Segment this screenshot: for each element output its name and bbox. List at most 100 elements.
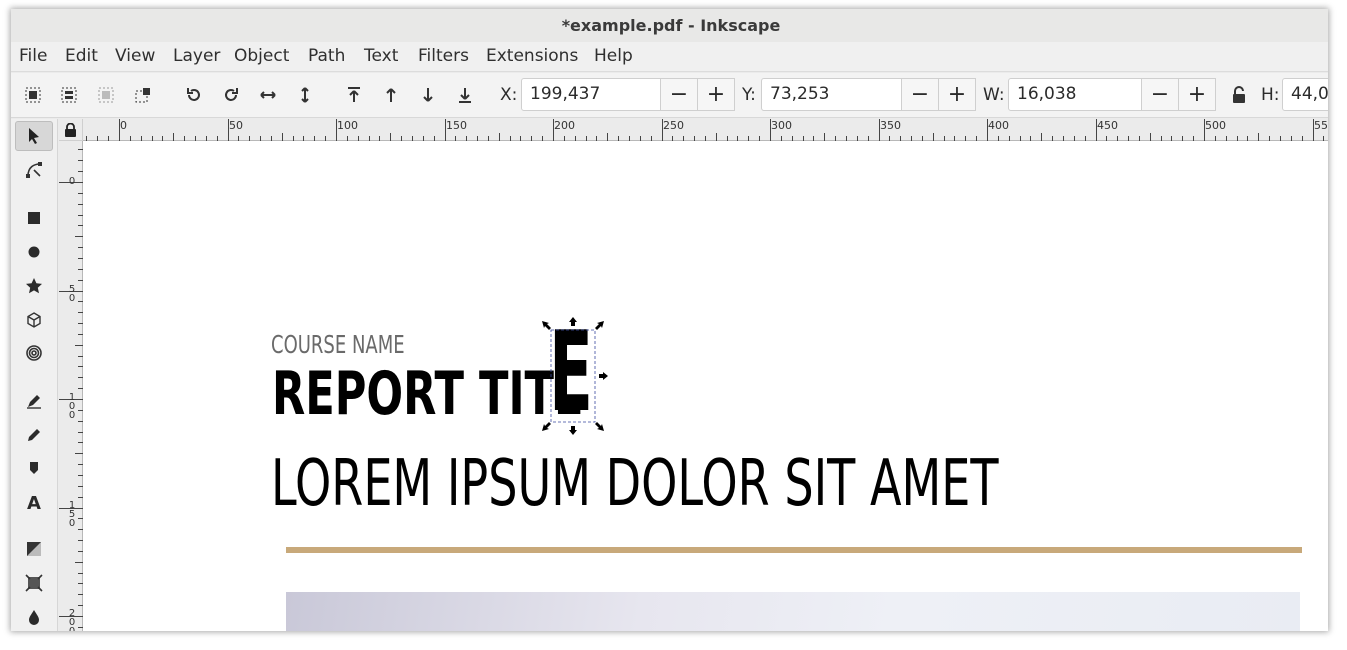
x-input[interactable]: 199,437 xyxy=(521,78,661,111)
horizontal-ruler-ticks xyxy=(86,119,1324,141)
ruler-label: 50 xyxy=(68,284,76,304)
w-increment-button[interactable]: + xyxy=(1178,78,1216,111)
rotate-cw-icon[interactable] xyxy=(220,84,242,106)
calligraphy-tool[interactable] xyxy=(15,454,53,484)
ruler-label: 200 xyxy=(554,119,575,132)
ruler-lock-corner[interactable] xyxy=(59,119,83,141)
ruler-label: 300 xyxy=(771,119,792,132)
menu-file[interactable]: File xyxy=(19,46,47,66)
menu-path[interactable]: Path xyxy=(308,46,345,66)
ruler-label: 200 xyxy=(68,608,76,632)
h-input[interactable]: 44,0 xyxy=(1282,78,1328,111)
rotate-ccw-icon[interactable] xyxy=(183,84,205,106)
gradient-tool[interactable] xyxy=(15,534,53,564)
pen-tool[interactable] xyxy=(15,386,53,416)
ruler-label: 100 xyxy=(68,392,76,421)
selection-handles[interactable] xyxy=(538,317,608,435)
course-name-text[interactable]: COURSE NAME xyxy=(271,330,405,359)
menu-text[interactable]: Text xyxy=(364,46,398,66)
ruler-label: 0 xyxy=(68,176,76,187)
w-decrement-button[interactable]: − xyxy=(1141,78,1179,111)
ruler-label: 500 xyxy=(1205,119,1226,132)
pencil-icon xyxy=(28,429,40,441)
w-label: W: xyxy=(983,85,1005,105)
window-title: *example.pdf - Inkscape xyxy=(561,16,781,35)
menu-object[interactable]: Object xyxy=(234,46,289,66)
pointer-icon xyxy=(29,128,39,144)
y-increment-button[interactable]: + xyxy=(938,78,976,111)
mesh-tool[interactable] xyxy=(15,568,53,598)
text-tool[interactable]: A xyxy=(15,488,53,518)
menu-view[interactable]: View xyxy=(115,46,155,66)
flip-vertical-icon[interactable] xyxy=(294,84,316,106)
select-all-layers-icon[interactable] xyxy=(58,84,80,106)
lower-to-bottom-icon[interactable] xyxy=(454,84,476,106)
menu-bar: File Edit View Layer Object Path Text Fi… xyxy=(11,42,1328,72)
calligraphy-icon xyxy=(30,462,38,474)
select-same-icon[interactable] xyxy=(132,84,154,106)
flip-horizontal-icon[interactable] xyxy=(257,84,279,106)
spiral-tool[interactable] xyxy=(15,338,53,368)
inkscape-window: *example.pdf - Inkscape File Edit View L… xyxy=(11,9,1328,631)
horizontal-ruler[interactable]: 0 50 100 150 200 250 300 350 400 450 500… xyxy=(83,119,1328,141)
x-increment-button[interactable]: + xyxy=(697,78,735,111)
3d-box-tool[interactable] xyxy=(15,305,53,335)
title-bar[interactable]: *example.pdf - Inkscape xyxy=(11,9,1328,42)
y-input[interactable]: 73,253 xyxy=(761,78,902,111)
ruler-label: 450 xyxy=(1097,119,1118,132)
ruler-label: 150 xyxy=(446,119,467,132)
text-tool-icon: A xyxy=(27,492,41,514)
accent-divider[interactable] xyxy=(286,547,1302,553)
menu-help[interactable]: Help xyxy=(594,46,633,66)
report-title-text[interactable]: REPORT TITL xyxy=(272,359,582,429)
menu-edit[interactable]: Edit xyxy=(65,46,98,66)
y-label: Y: xyxy=(742,85,756,105)
selector-tool[interactable] xyxy=(15,121,53,151)
lock-icon[interactable] xyxy=(1228,84,1250,106)
node-tool[interactable] xyxy=(15,155,53,185)
menu-extensions[interactable]: Extensions xyxy=(486,46,578,66)
droplet-icon xyxy=(29,610,39,625)
select-all-icon[interactable] xyxy=(22,84,44,106)
ruler-label: 150 xyxy=(68,500,76,529)
ruler-label: 350 xyxy=(880,119,901,132)
toolbox: A xyxy=(11,119,58,631)
menu-layer[interactable]: Layer xyxy=(173,46,220,66)
vertical-ruler[interactable]: 0 50 100 150 200 xyxy=(59,141,83,631)
x-decrement-button[interactable]: − xyxy=(660,78,698,111)
w-input[interactable]: 16,038 xyxy=(1008,78,1142,111)
x-label: X: xyxy=(500,85,518,105)
h-label: H: xyxy=(1261,85,1280,105)
vertical-ruler-ticks xyxy=(59,149,83,628)
bezier-pen-icon xyxy=(27,395,41,409)
ellipse-tool[interactable] xyxy=(15,237,53,267)
deselect-icon[interactable] xyxy=(95,84,117,106)
lock-icon xyxy=(65,123,76,137)
node-edit-icon xyxy=(26,162,42,178)
gradient-icon xyxy=(27,542,41,556)
raise-to-top-icon[interactable] xyxy=(343,84,365,106)
lower-icon[interactable] xyxy=(417,84,439,106)
raise-icon[interactable] xyxy=(380,84,402,106)
spiral-icon xyxy=(26,345,42,361)
ruler-label: 250 xyxy=(663,119,684,132)
mesh-icon xyxy=(25,574,43,592)
star-tool[interactable] xyxy=(15,271,53,301)
circle-icon xyxy=(28,246,40,258)
ruler-label: 100 xyxy=(337,119,358,132)
cube-icon xyxy=(27,312,41,328)
dropper-tool[interactable] xyxy=(15,602,53,631)
rectangle-icon xyxy=(28,212,40,224)
subtitle-text[interactable]: LOREM IPSUM DOLOR SIT AMET xyxy=(271,447,998,521)
cover-image[interactable] xyxy=(286,592,1300,631)
ruler-label: 55 xyxy=(1314,119,1328,132)
ruler-label: 50 xyxy=(229,119,243,132)
ruler-label: 0 xyxy=(120,119,127,132)
y-decrement-button[interactable]: − xyxy=(901,78,939,111)
pencil-tool[interactable] xyxy=(15,420,53,450)
tool-controls-bar: X: 199,437 − + Y: 73,253 − + W: 16,038 −… xyxy=(11,73,1328,118)
drawing-canvas[interactable]: COURSE NAME REPORT TITL E LOREM IPSUM DO… xyxy=(83,141,1328,631)
ruler-label: 400 xyxy=(988,119,1009,132)
menu-filters[interactable]: Filters xyxy=(418,46,469,66)
rectangle-tool[interactable] xyxy=(15,203,53,233)
